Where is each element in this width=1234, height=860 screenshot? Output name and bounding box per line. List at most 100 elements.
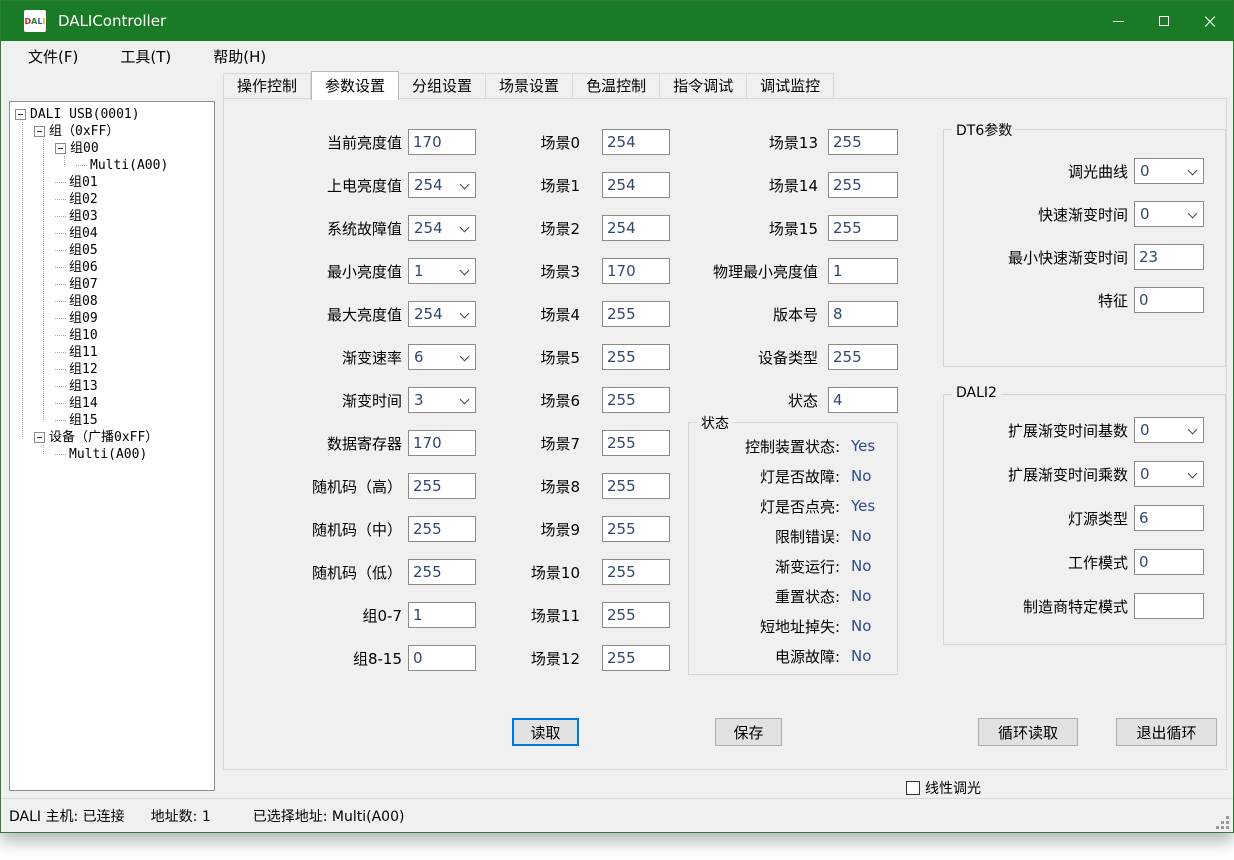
param-combobox[interactable]: 254 xyxy=(408,215,476,241)
param-input[interactable] xyxy=(1134,244,1204,270)
chevron-down-icon[interactable] xyxy=(457,263,473,279)
param-combobox[interactable]: 3 xyxy=(408,387,476,413)
tab-parameter-settings[interactable]: 参数设置 xyxy=(311,71,399,100)
tree-node-group[interactable]: 组03 xyxy=(10,208,214,225)
scene-input[interactable] xyxy=(602,172,670,198)
close-button[interactable]: × xyxy=(1187,1,1233,41)
param-input[interactable] xyxy=(408,473,476,499)
tree-stub xyxy=(55,284,66,285)
param-input[interactable] xyxy=(1134,593,1204,619)
tab-scene-settings[interactable]: 场景设置 xyxy=(486,73,573,99)
param-input[interactable] xyxy=(828,215,898,241)
param-input[interactable] xyxy=(828,344,898,370)
scene-input[interactable] xyxy=(602,387,670,413)
chevron-down-icon[interactable] xyxy=(1185,422,1201,438)
chevron-down-icon[interactable] xyxy=(457,177,473,193)
param-input[interactable] xyxy=(828,258,898,284)
tab-color-temp-control[interactable]: 色温控制 xyxy=(573,73,660,99)
scene-input[interactable] xyxy=(602,430,670,456)
collapse-minus-icon[interactable] xyxy=(15,109,26,120)
scene-input[interactable] xyxy=(602,602,670,628)
tree-node-group00[interactable]: 组00 xyxy=(10,140,214,157)
chevron-down-icon[interactable] xyxy=(457,220,473,236)
scene-input[interactable] xyxy=(602,301,670,327)
tree-node-root[interactable]: DALI USB(0001) xyxy=(10,106,214,123)
loop-read-button[interactable]: 循环读取 xyxy=(978,718,1078,746)
collapse-minus-icon[interactable] xyxy=(34,126,45,137)
tab-command-debug[interactable]: 指令调试 xyxy=(660,73,747,99)
tree-node-device-multi-a00[interactable]: Multi(A00) xyxy=(10,446,214,463)
tree-node-group[interactable]: 组05 xyxy=(10,242,214,259)
exit-loop-button[interactable]: 退出循环 xyxy=(1116,718,1217,746)
tab-operation-control[interactable]: 操作控制 xyxy=(223,73,311,99)
tree-node-group[interactable]: 组06 xyxy=(10,259,214,276)
tree-node-multi-a00[interactable]: Multi(A00) xyxy=(10,157,214,174)
scene-input[interactable] xyxy=(602,559,670,585)
param-input[interactable] xyxy=(408,645,476,671)
param-combobox[interactable]: 254 xyxy=(408,301,476,327)
param-combobox[interactable]: 0 xyxy=(1134,417,1204,443)
chevron-down-icon[interactable] xyxy=(1185,206,1201,222)
scene-input[interactable] xyxy=(602,258,670,284)
tree-node-group[interactable]: 组01 xyxy=(10,174,214,191)
scene-input[interactable] xyxy=(602,516,670,542)
chevron-down-icon[interactable] xyxy=(1185,466,1201,482)
param-input[interactable] xyxy=(1134,549,1204,575)
menu-help[interactable]: 帮助(H) xyxy=(205,42,274,71)
scene-input[interactable] xyxy=(602,473,670,499)
tree-node-group[interactable]: 组09 xyxy=(10,310,214,327)
scene-input[interactable] xyxy=(602,129,670,155)
param-row: 设备类型 xyxy=(662,344,898,370)
menu-file[interactable]: 文件(F) xyxy=(20,42,86,71)
chevron-down-icon[interactable] xyxy=(457,306,473,322)
tree-node-group[interactable]: 组11 xyxy=(10,344,214,361)
param-input[interactable] xyxy=(828,301,898,327)
param-input[interactable] xyxy=(408,559,476,585)
save-button[interactable]: 保存 xyxy=(715,718,782,746)
tree-node-group[interactable]: 组10 xyxy=(10,327,214,344)
tree-node-group-root[interactable]: 组（0xFF） xyxy=(10,123,214,140)
tab-debug-monitor[interactable]: 调试监控 xyxy=(747,73,834,99)
maximize-button[interactable] xyxy=(1141,1,1187,41)
param-combobox[interactable]: 0 xyxy=(1134,461,1204,487)
param-input[interactable] xyxy=(408,516,476,542)
chevron-down-icon[interactable] xyxy=(1185,163,1201,179)
param-input[interactable] xyxy=(408,602,476,628)
scene-label: 场景4 xyxy=(496,304,580,325)
tree-node-group[interactable]: 组02 xyxy=(10,191,214,208)
menu-tools[interactable]: 工具(T) xyxy=(112,42,179,71)
chevron-down-icon[interactable] xyxy=(457,392,473,408)
param-combobox[interactable]: 0 xyxy=(1134,201,1204,227)
param-input[interactable] xyxy=(828,387,898,413)
tree-node-group[interactable]: 组15 xyxy=(10,412,214,429)
minimize-button[interactable] xyxy=(1095,1,1141,41)
collapse-minus-icon[interactable] xyxy=(55,143,66,154)
scene-input[interactable] xyxy=(602,344,670,370)
param-input[interactable] xyxy=(828,129,898,155)
tree-node-group[interactable]: 组14 xyxy=(10,395,214,412)
tree-node-group[interactable]: 组04 xyxy=(10,225,214,242)
tree-node-group[interactable]: 组12 xyxy=(10,361,214,378)
resize-grip-icon[interactable] xyxy=(1215,815,1229,829)
tree-node-group[interactable]: 组13 xyxy=(10,378,214,395)
linear-dimming-checkbox[interactable] xyxy=(906,781,920,795)
param-combobox[interactable]: 6 xyxy=(408,344,476,370)
scene-input[interactable] xyxy=(602,645,670,671)
scene-input[interactable] xyxy=(602,215,670,241)
param-input[interactable] xyxy=(828,172,898,198)
chevron-down-icon[interactable] xyxy=(457,349,473,365)
param-combobox[interactable]: 1 xyxy=(408,258,476,284)
tree-stub xyxy=(55,216,66,217)
param-combobox[interactable]: 0 xyxy=(1134,158,1204,184)
param-input[interactable] xyxy=(1134,505,1204,531)
tree-node-group[interactable]: 组07 xyxy=(10,276,214,293)
param-combobox[interactable]: 254 xyxy=(408,172,476,198)
tree-node-device-root[interactable]: 设备（广播0xFF） xyxy=(10,429,214,446)
param-input[interactable] xyxy=(408,129,476,155)
param-input[interactable] xyxy=(408,430,476,456)
param-input[interactable] xyxy=(1134,287,1204,313)
collapse-minus-icon[interactable] xyxy=(34,432,45,443)
read-button[interactable]: 读取 xyxy=(512,718,579,746)
tab-grouping-settings[interactable]: 分组设置 xyxy=(399,73,486,99)
tree-node-group[interactable]: 组08 xyxy=(10,293,214,310)
